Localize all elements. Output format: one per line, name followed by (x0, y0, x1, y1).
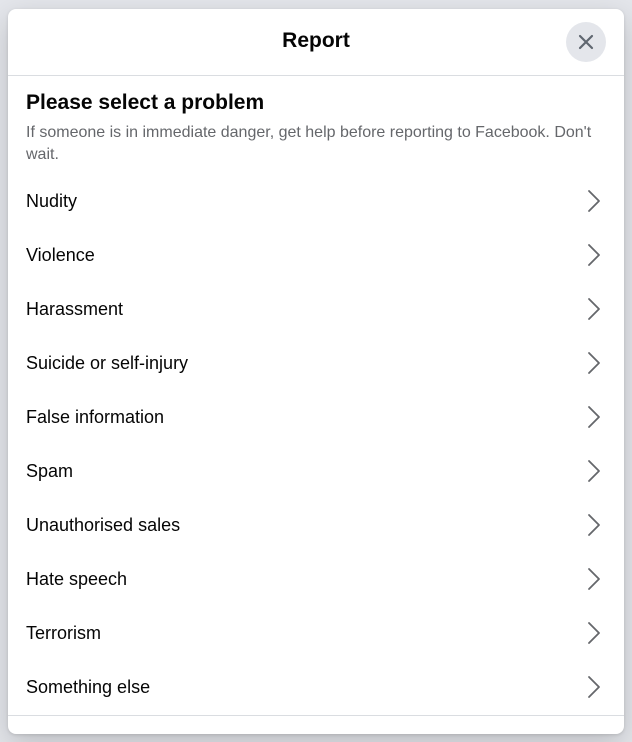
chevron-right-icon (588, 406, 600, 428)
chevron-right-icon (588, 676, 600, 698)
chevron-right-icon (588, 622, 600, 644)
footer-divider (8, 715, 624, 716)
problem-options-list: Nudity Violence Harassment Suicide or se… (26, 174, 606, 714)
option-label: False information (26, 406, 165, 427)
option-label: Violence (26, 244, 95, 265)
problem-heading: Please select a problem (26, 91, 265, 114)
option-terrorism[interactable]: Terrorism (26, 606, 606, 660)
option-unauthorised-sales[interactable]: Unauthorised sales (26, 498, 606, 552)
option-label: Hate speech (26, 568, 128, 589)
option-violence[interactable]: Violence (26, 228, 606, 282)
close-button[interactable] (566, 22, 606, 62)
option-label: Suicide or self-injury (26, 352, 189, 373)
option-spam[interactable]: Spam (26, 444, 606, 498)
option-harassment[interactable]: Harassment (26, 282, 606, 336)
option-label: Spam (26, 460, 74, 481)
chevron-right-icon (588, 460, 600, 482)
close-icon (578, 34, 594, 50)
report-dialog: Report Please select a problem If someon… (8, 9, 624, 734)
option-something-else[interactable]: Something else (26, 660, 606, 714)
chevron-right-icon (588, 190, 600, 212)
option-suicide-or-self-injury[interactable]: Suicide or self-injury (26, 336, 606, 390)
option-label: Unauthorised sales (26, 514, 181, 535)
option-label: Harassment (26, 298, 124, 319)
dialog-header: Report (8, 9, 624, 76)
dialog-content: Please select a problem If someone is in… (8, 76, 624, 714)
chevron-right-icon (588, 244, 600, 266)
option-label: Terrorism (26, 622, 101, 643)
option-label: Something else (26, 676, 151, 697)
chevron-right-icon (588, 298, 600, 320)
option-hate-speech[interactable]: Hate speech (26, 552, 606, 606)
chevron-right-icon (588, 514, 600, 536)
chevron-right-icon (588, 568, 600, 590)
chevron-right-icon (588, 352, 600, 374)
option-label: Nudity (26, 190, 78, 211)
option-false-information[interactable]: False information (26, 390, 606, 444)
dialog-title: Report (282, 29, 350, 52)
option-nudity[interactable]: Nudity (26, 174, 606, 228)
danger-notice: If someone is in immediate danger, get h… (26, 124, 592, 163)
